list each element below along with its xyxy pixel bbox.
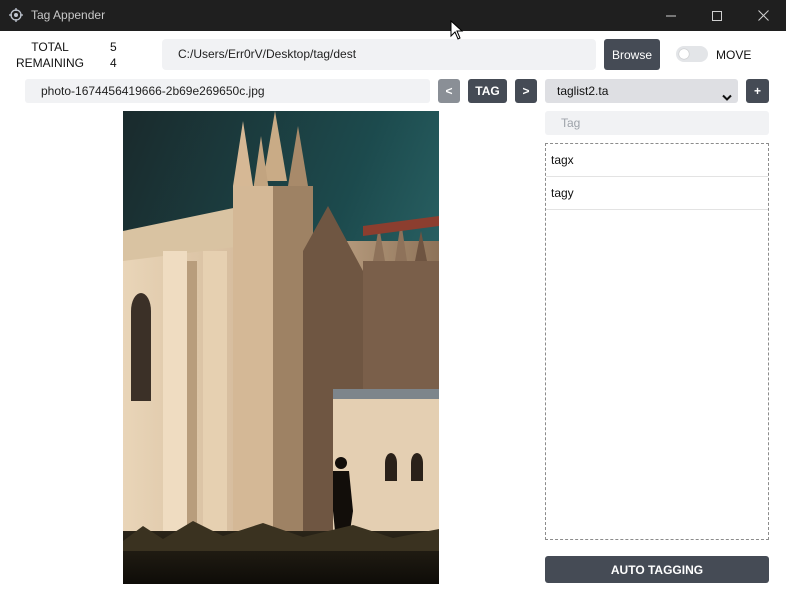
taglist-selected: taglist2.ta (557, 84, 609, 98)
filename-field[interactable]: photo-1674456419666-2b69e269650c.jpg (25, 79, 430, 103)
destination-path-field[interactable]: C:/Users/Err0rV/Desktop/tag/dest (162, 39, 596, 70)
chevron-down-icon (722, 86, 732, 110)
prev-button[interactable]: < (438, 79, 460, 103)
mouse-cursor-icon (450, 19, 464, 43)
tag-item[interactable]: tagx (546, 144, 768, 177)
title-bar: Tag Appender (0, 0, 786, 31)
minimize-button[interactable] (648, 0, 694, 31)
app-icon (9, 8, 23, 22)
window-title: Tag Appender (31, 8, 106, 22)
photo-preview (123, 111, 439, 584)
file-counts: TOTAL 5 REMAINING 4 (14, 39, 124, 71)
total-value: 5 (110, 40, 117, 54)
browse-button[interactable]: Browse (604, 39, 660, 70)
tag-item[interactable]: tagy (546, 177, 768, 210)
toggle-knob (679, 49, 689, 59)
tag-button[interactable]: TAG (468, 79, 507, 103)
move-label: MOVE (716, 48, 752, 62)
next-button[interactable]: > (515, 79, 537, 103)
total-label: TOTAL (31, 40, 69, 54)
maximize-button[interactable] (694, 0, 740, 31)
move-toggle[interactable] (676, 46, 708, 62)
tag-input[interactable]: Tag (545, 111, 769, 135)
remaining-label: REMAINING (15, 56, 84, 70)
tag-list: tagx tagy (545, 143, 769, 540)
taglist-select[interactable]: taglist2.ta (545, 79, 738, 103)
remaining-value: 4 (110, 56, 117, 70)
auto-tagging-button[interactable]: AUTO TAGGING (545, 556, 769, 583)
close-button[interactable] (740, 0, 786, 31)
add-taglist-button[interactable]: + (746, 79, 769, 103)
